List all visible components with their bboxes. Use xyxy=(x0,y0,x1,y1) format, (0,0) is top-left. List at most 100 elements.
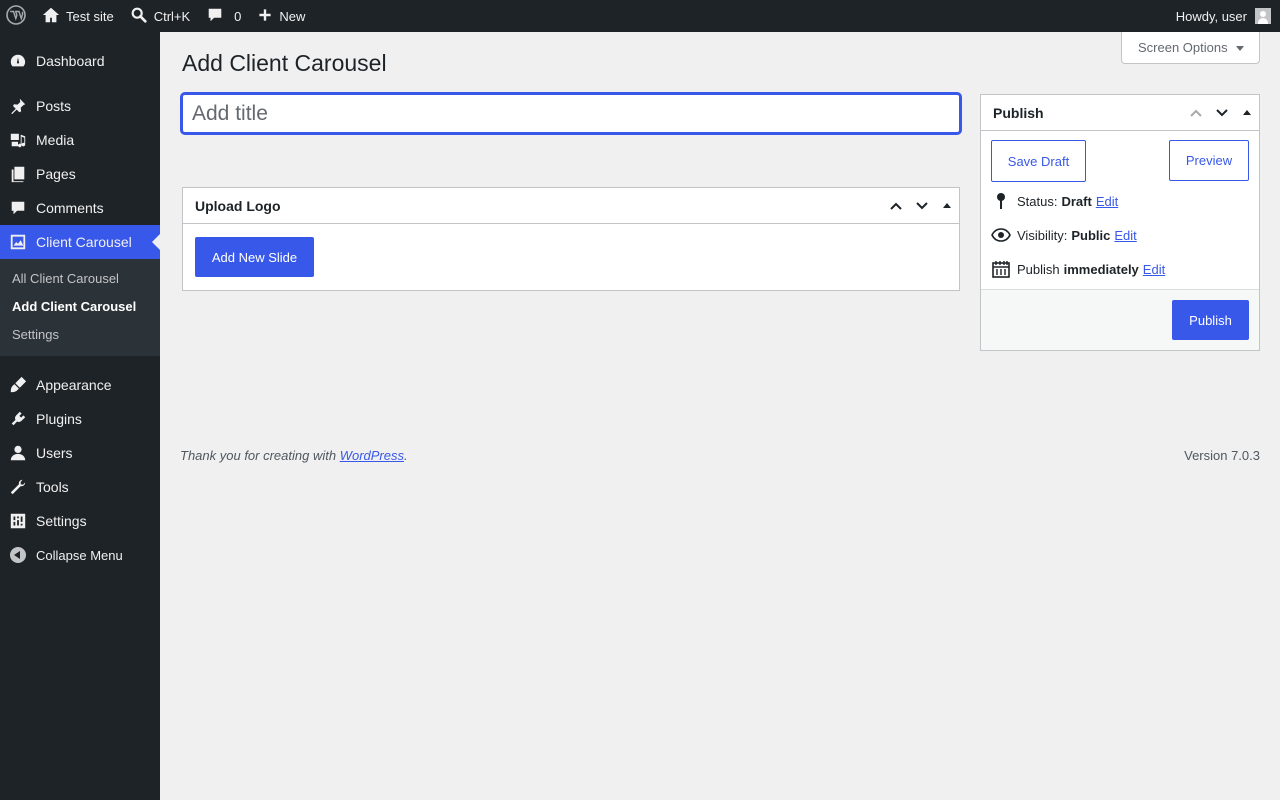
site-name-link[interactable]: Test site xyxy=(34,0,122,32)
sidebar-item-pages[interactable]: Pages xyxy=(0,157,160,191)
plus-icon xyxy=(257,7,273,26)
submenu-item-settings[interactable]: Settings xyxy=(0,321,160,349)
move-down-button[interactable] xyxy=(909,188,935,224)
toggle-panel-icon[interactable] xyxy=(1243,110,1251,115)
move-up-button[interactable] xyxy=(883,188,909,224)
brush-icon xyxy=(9,376,27,394)
page-title: Add Client Carousel xyxy=(182,50,387,76)
site-name-label: Test site xyxy=(66,8,114,24)
search-icon xyxy=(130,6,148,27)
toggle-panel-icon[interactable] xyxy=(943,203,951,208)
publish-schedule-row: Publish immediately Edit xyxy=(991,259,1165,279)
sidebar-item-label: Posts xyxy=(36,98,72,114)
collapse-menu-label: Collapse Menu xyxy=(36,547,123,563)
status-value: Draft xyxy=(1061,193,1092,209)
publish-box: Publish Save Draft Preview Status: Draft… xyxy=(980,94,1260,351)
sidebar-item-label: Tools xyxy=(36,479,69,495)
sidebar-item-label: Comments xyxy=(36,200,104,216)
major-publishing-actions: Publish xyxy=(981,289,1259,350)
publish-title: Publish xyxy=(993,104,1044,121)
sidebar-item-settings[interactable]: Settings xyxy=(0,504,160,538)
status-row: Status: Draft Edit xyxy=(991,191,1118,211)
footer-version: Version 7.0.3 xyxy=(1184,448,1260,463)
preview-label: Preview xyxy=(1185,153,1233,168)
sidebar-item-dashboard[interactable]: Dashboard xyxy=(0,44,160,78)
search-shortcut-label: Ctrl+K xyxy=(153,8,191,24)
save-draft-button[interactable]: Save Draft xyxy=(991,140,1086,182)
visibility-label: Visibility: xyxy=(1017,227,1068,243)
calendar-icon xyxy=(991,259,1011,279)
sidebar-item-label: Dashboard xyxy=(36,53,105,69)
search-shortcut-button[interactable]: Ctrl+K xyxy=(122,0,198,32)
sidebar-item-client-carousel[interactable]: Client Carousel xyxy=(0,225,160,259)
collapse-menu-button[interactable]: Collapse Menu xyxy=(0,538,160,572)
sidebar-item-label: Media xyxy=(36,132,75,148)
pin-icon xyxy=(9,97,27,115)
add-new-slide-button[interactable]: Add New Slide xyxy=(195,237,314,277)
settings-icon xyxy=(9,512,27,530)
dashboard-icon xyxy=(9,52,27,70)
admin-sidebar: Dashboard Posts Media Pages Comments Cli… xyxy=(0,32,160,800)
wordpress-link[interactable]: WordPress xyxy=(340,448,404,463)
publish-header: Publish xyxy=(981,95,1259,131)
sidebar-item-label: Appearance xyxy=(36,377,112,393)
sidebar-item-tools[interactable]: Tools xyxy=(0,470,160,504)
publish-button-label: Publish xyxy=(1189,312,1232,328)
eye-icon xyxy=(991,225,1011,245)
edit-visibility-link[interactable]: Edit xyxy=(1114,228,1136,243)
sidebar-item-media[interactable]: Media xyxy=(0,123,160,157)
sidebar-item-comments[interactable]: Comments xyxy=(0,191,160,225)
sidebar-item-label: Client Carousel xyxy=(36,234,132,250)
sidebar-item-label: Plugins xyxy=(36,411,82,427)
edit-schedule-link[interactable]: Edit xyxy=(1143,262,1165,277)
chevron-up-icon xyxy=(1190,109,1202,117)
my-account-menu[interactable]: Howdy, user xyxy=(1176,0,1280,32)
comments-link[interactable]: 0 xyxy=(198,0,249,32)
publish-value: immediately xyxy=(1063,261,1139,277)
image-icon xyxy=(9,233,27,251)
screen-options-button[interactable]: Screen Options xyxy=(1121,32,1260,64)
plugin-icon xyxy=(9,410,27,428)
sidebar-item-label: Users xyxy=(36,445,73,461)
sidebar-item-plugins[interactable]: Plugins xyxy=(0,402,160,436)
submenu-item-add-client-carousel[interactable]: Add Client Carousel xyxy=(0,293,160,321)
pages-icon xyxy=(9,165,27,183)
home-icon xyxy=(42,6,60,27)
publish-button[interactable]: Publish xyxy=(1172,300,1249,340)
publish-label: Publish xyxy=(1017,261,1060,277)
footer-thanks-suffix: . xyxy=(404,448,408,463)
user-icon xyxy=(9,444,27,462)
add-new-slide-label: Add New Slide xyxy=(211,249,298,265)
comment-icon xyxy=(9,199,27,217)
chevron-up-icon xyxy=(890,202,902,210)
status-label: Status: xyxy=(1017,193,1058,209)
admin-bar: Test site Ctrl+K 0 New Howdy, user xyxy=(0,0,1280,32)
greeting: Howdy, user xyxy=(1175,8,1247,24)
upload-logo-box: Upload Logo Add New Slide xyxy=(182,187,960,291)
wordpress-logo-icon xyxy=(6,4,26,28)
sidebar-item-users[interactable]: Users xyxy=(0,436,160,470)
visibility-value: Public xyxy=(1071,227,1111,243)
submenu-item-all-client-carousel[interactable]: All Client Carousel xyxy=(0,265,160,293)
move-up-button[interactable] xyxy=(1183,95,1209,131)
sidebar-item-label: Settings xyxy=(36,513,87,529)
comments-count: 0 xyxy=(234,8,242,24)
visibility-row: Visibility: Public Edit xyxy=(991,225,1137,245)
move-down-button[interactable] xyxy=(1209,95,1235,131)
upload-logo-title: Upload Logo xyxy=(195,197,281,214)
edit-status-link[interactable]: Edit xyxy=(1096,194,1118,209)
sidebar-item-posts[interactable]: Posts xyxy=(0,89,160,123)
comment-icon xyxy=(206,6,224,27)
upload-logo-header: Upload Logo xyxy=(183,188,959,224)
preview-button[interactable]: Preview xyxy=(1169,140,1249,181)
pin-icon xyxy=(991,191,1011,211)
new-label: New xyxy=(279,8,306,24)
media-icon xyxy=(9,131,27,149)
new-content-link[interactable]: New xyxy=(249,0,313,32)
screen-options-label: Screen Options xyxy=(1138,40,1228,55)
post-title-input[interactable] xyxy=(181,93,961,134)
wordpress-logo-button[interactable] xyxy=(0,0,34,32)
caret-down-icon xyxy=(1235,46,1244,51)
sidebar-item-appearance[interactable]: Appearance xyxy=(0,368,160,402)
footer-thanks-prefix: Thank you for creating with xyxy=(180,448,340,463)
